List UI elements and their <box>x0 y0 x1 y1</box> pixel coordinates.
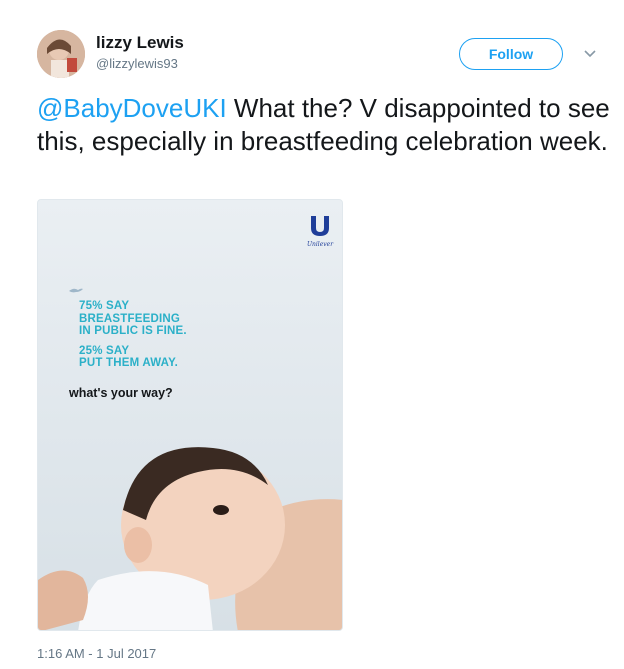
unilever-u-icon <box>311 216 329 236</box>
timestamp-link[interactable]: 1:16 AM - 1 Jul 2017 <box>37 646 156 661</box>
chevron-down-icon[interactable] <box>581 44 599 62</box>
ad-line: BREASTFEEDING <box>79 312 180 325</box>
ad-photo <box>38 200 342 630</box>
handle[interactable]: @lizzylewis93 <box>96 56 178 71</box>
unilever-logo: Unilever <box>303 214 337 248</box>
follow-button[interactable]: Follow <box>459 38 563 70</box>
dove-bird-icon <box>69 288 83 293</box>
ad-line: 25% SAY <box>79 344 130 357</box>
tweet-media[interactable]: Unilever 75% SAY BREASTFEEDING IN PUBLIC… <box>37 199 343 631</box>
display-name[interactable]: lizzy Lewis <box>96 33 184 53</box>
ad-copy: 75% SAY BREASTFEEDING IN PUBLIC IS FINE.… <box>79 300 187 370</box>
mention-link[interactable]: @BabyDoveUKI <box>37 93 227 123</box>
avatar[interactable] <box>37 30 85 78</box>
ad-brand-name: Unilever <box>306 241 334 248</box>
ad-line: 75% SAY <box>79 300 130 312</box>
ad-question: what's your way? <box>69 386 173 400</box>
ad-line: IN PUBLIC IS FINE. <box>79 325 187 337</box>
ad-line: PUT THEM AWAY. <box>79 357 179 369</box>
tweet-text: @BabyDoveUKI What the? V disappointed to… <box>37 92 612 158</box>
